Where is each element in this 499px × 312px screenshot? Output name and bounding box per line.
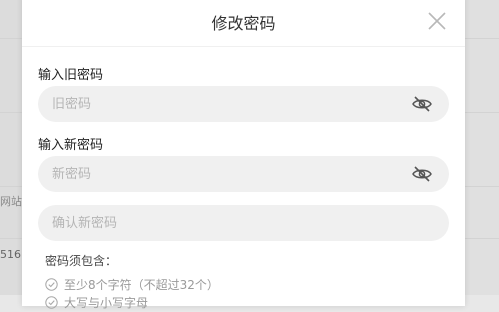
old-password-field (38, 86, 449, 122)
new-password-visibility-toggle[interactable] (412, 165, 432, 183)
eye-hidden-icon (412, 96, 432, 112)
old-password-label: 输入旧密码 (38, 68, 104, 83)
password-rule-text: 至少8个字符（不超过32个） (64, 278, 219, 292)
password-rule-item: 至少8个字符（不超过32个） (45, 276, 219, 293)
password-rules-title: 密码须包含： (45, 254, 118, 268)
dialog-title: 修改密码 (211, 14, 276, 33)
password-rule-item: 大写与小写字母 (45, 294, 148, 311)
new-password-label: 输入新密码 (38, 138, 104, 153)
dialog-header: 修改密码 (22, 0, 465, 47)
old-password-input[interactable] (38, 86, 398, 122)
change-password-dialog: 修改密码 输入旧密码 输入新密码 密码须包含： 至少8个字符（不超过32个） 大… (22, 0, 465, 310)
close-button[interactable] (426, 10, 448, 32)
background-text: 网站 (0, 195, 22, 208)
background-right-panel (465, 0, 499, 295)
check-circle-icon (45, 296, 58, 309)
new-password-field (38, 156, 449, 192)
new-password-input[interactable] (38, 156, 398, 192)
password-rule-text: 大写与小写字母 (64, 296, 149, 310)
confirm-password-input[interactable] (38, 205, 449, 241)
background-text: 516 (0, 248, 21, 261)
check-circle-icon (45, 278, 58, 291)
old-password-visibility-toggle[interactable] (412, 95, 432, 113)
confirm-password-field (38, 205, 449, 241)
close-icon (428, 12, 446, 30)
eye-hidden-icon (412, 166, 432, 182)
